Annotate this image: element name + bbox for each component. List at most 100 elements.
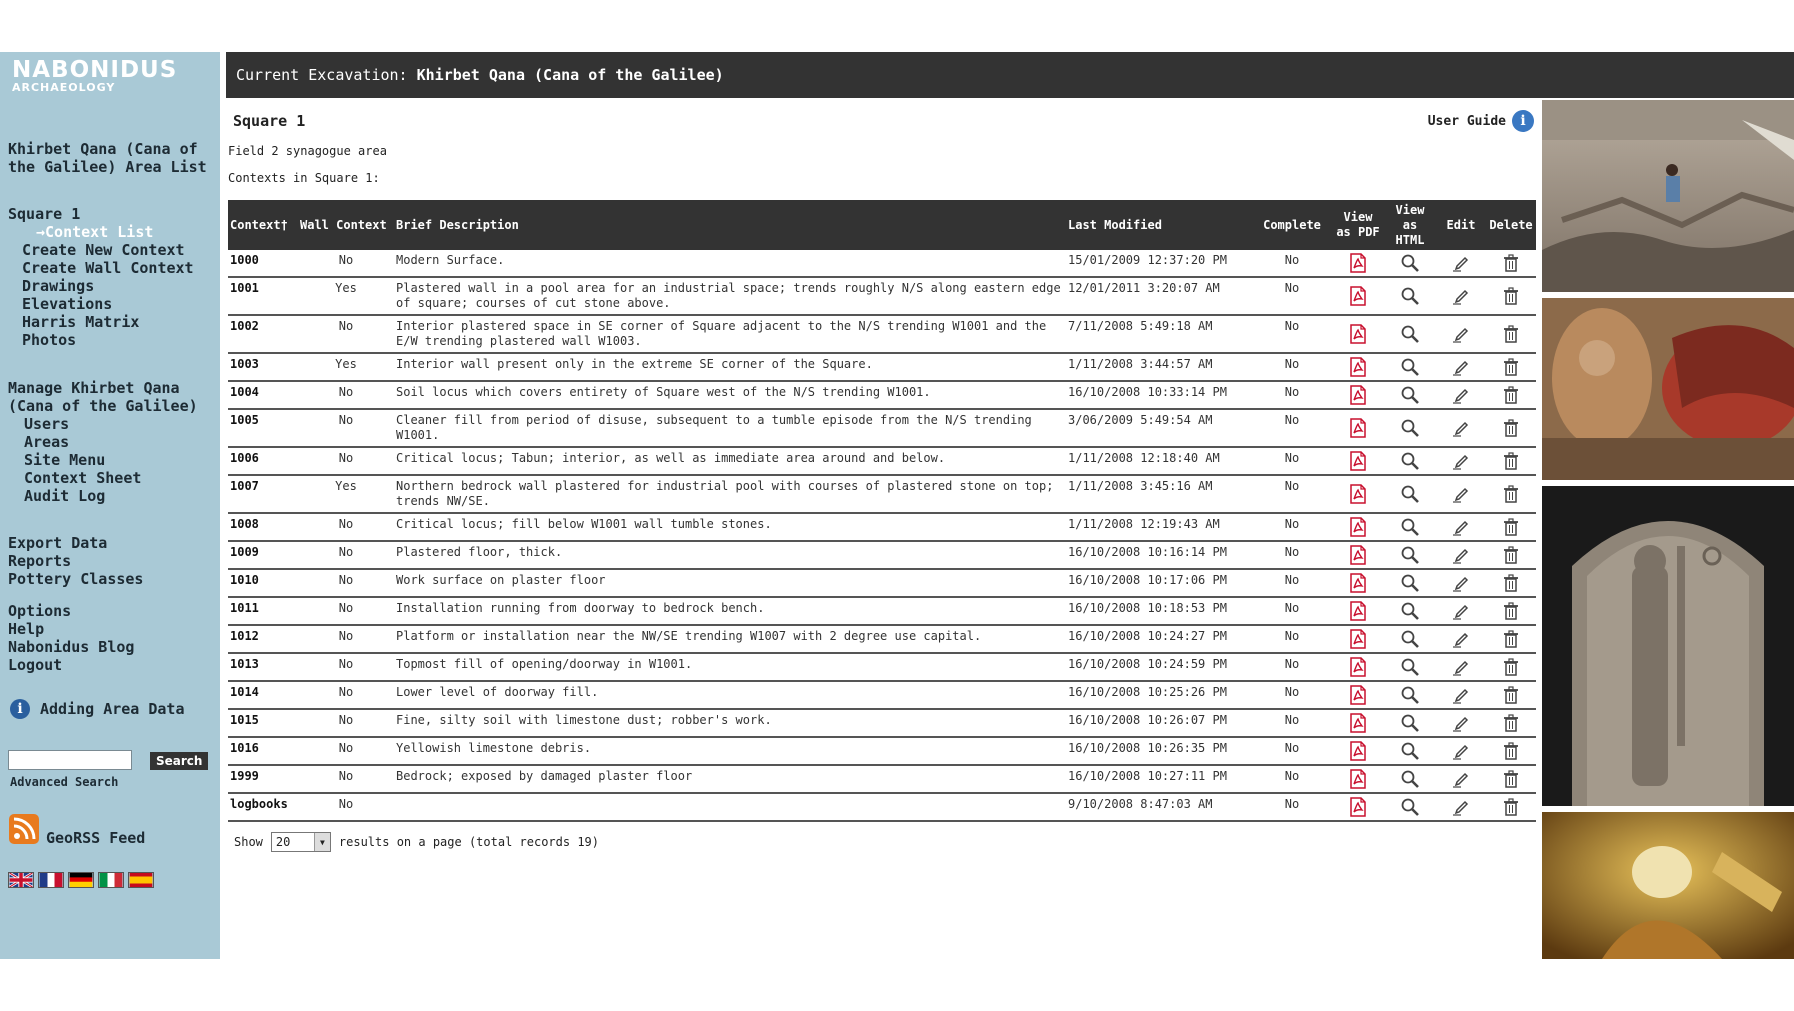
square-link[interactable]: Square 1 [8,205,194,223]
col-context[interactable]: Context† [228,200,298,250]
pdf-icon[interactable] [1348,385,1368,405]
context-id-link[interactable]: 1001 [228,277,298,316]
pdf-icon[interactable] [1348,685,1368,705]
pdf-icon[interactable] [1348,573,1368,593]
context-id-link[interactable]: logbooks [228,793,298,822]
pencil-icon[interactable] [1451,421,1471,437]
pdf-icon[interactable] [1348,324,1368,344]
pencil-icon[interactable] [1451,256,1471,272]
photos-link[interactable]: Photos [22,331,194,349]
uk-flag-icon[interactable] [8,872,34,888]
magnifier-icon[interactable] [1400,518,1420,536]
trash-icon[interactable] [1501,485,1521,503]
context-id-link[interactable]: 1010 [228,569,298,598]
context-id-link[interactable]: 1009 [228,541,298,570]
trash-icon[interactable] [1501,546,1521,564]
pencil-icon[interactable] [1451,576,1471,592]
context-id-link[interactable]: 1016 [228,737,298,766]
context-id-link[interactable]: 1999 [228,765,298,794]
create-wall-context-link[interactable]: Create Wall Context [22,259,194,277]
pencil-icon[interactable] [1451,327,1471,343]
magnifier-icon[interactable] [1400,574,1420,592]
context-id-link[interactable]: 1000 [228,250,298,278]
logo[interactable]: NABONIDUS ARCHAEOLOGY [12,58,177,94]
trash-icon[interactable] [1501,518,1521,536]
georss-link[interactable]: GeoRSS Feed [46,829,145,847]
pdf-icon[interactable] [1348,253,1368,273]
pencil-icon[interactable] [1451,289,1471,305]
context-id-link[interactable]: 1006 [228,447,298,476]
magnifier-icon[interactable] [1400,742,1420,760]
areas-link[interactable]: Areas [24,433,214,451]
italy-flag-icon[interactable] [98,872,124,888]
advanced-search-link[interactable]: Advanced Search [10,773,118,791]
search-button[interactable]: Search [150,752,209,770]
pdf-icon[interactable] [1348,713,1368,733]
france-flag-icon[interactable] [38,872,64,888]
pdf-icon[interactable] [1348,797,1368,817]
trash-icon[interactable] [1501,714,1521,732]
magnifier-icon[interactable] [1400,386,1420,404]
magnifier-icon[interactable] [1400,419,1420,437]
pdf-icon[interactable] [1348,418,1368,438]
area-list-link[interactable]: Khirbet Qana (Cana of the Galilee) Area … [8,140,213,176]
reports-link[interactable]: Reports [8,552,143,570]
elevations-link[interactable]: Elevations [22,295,194,313]
nabonidus-blog-link[interactable]: Nabonidus Blog [8,638,134,656]
context-id-link[interactable]: 1007 [228,475,298,514]
trash-icon[interactable] [1501,254,1521,272]
magnifier-icon[interactable] [1400,254,1420,272]
trash-icon[interactable] [1501,386,1521,404]
pencil-icon[interactable] [1451,688,1471,704]
pottery-classes-link[interactable]: Pottery Classes [8,570,143,588]
search-input[interactable] [8,750,132,770]
context-sheet-link[interactable]: Context Sheet [24,469,214,487]
export-data-link[interactable]: Export Data [8,534,143,552]
rss-icon[interactable] [9,814,39,844]
magnifier-icon[interactable] [1400,714,1420,732]
adding-area-data[interactable]: i Adding Area Data [10,699,185,719]
pdf-icon[interactable] [1348,769,1368,789]
pdf-icon[interactable] [1348,484,1368,504]
pencil-icon[interactable] [1451,772,1471,788]
manage-site-link[interactable]: Manage Khirbet Qana (Cana of the Galilee… [2,379,214,415]
pencil-icon[interactable] [1451,454,1471,470]
magnifier-icon[interactable] [1400,602,1420,620]
pencil-icon[interactable] [1451,548,1471,564]
pdf-icon[interactable] [1348,657,1368,677]
help-link[interactable]: Help [8,620,134,638]
user-guide-link[interactable]: User Guide i [1428,110,1534,132]
pdf-icon[interactable] [1348,545,1368,565]
col-wall-context[interactable]: Wall Context [298,200,394,250]
germany-flag-icon[interactable] [68,872,94,888]
trash-icon[interactable] [1501,686,1521,704]
magnifier-icon[interactable] [1400,658,1420,676]
context-id-link[interactable]: 1013 [228,653,298,682]
col-complete[interactable]: Complete [1252,200,1332,250]
pencil-icon[interactable] [1451,716,1471,732]
trash-icon[interactable] [1501,419,1521,437]
page-size-select[interactable]: 20 ▼ [270,832,331,852]
pdf-icon[interactable] [1348,286,1368,306]
pencil-icon[interactable] [1451,520,1471,536]
magnifier-icon[interactable] [1400,798,1420,816]
magnifier-icon[interactable] [1400,452,1420,470]
trash-icon[interactable] [1501,452,1521,470]
magnifier-icon[interactable] [1400,287,1420,305]
trash-icon[interactable] [1501,325,1521,343]
magnifier-icon[interactable] [1400,325,1420,343]
logout-link[interactable]: Logout [8,656,134,674]
context-id-link[interactable]: 1003 [228,353,298,382]
trash-icon[interactable] [1501,574,1521,592]
context-id-link[interactable]: 1012 [228,625,298,654]
magnifier-icon[interactable] [1400,686,1420,704]
pencil-icon[interactable] [1451,744,1471,760]
spain-flag-icon[interactable] [128,872,154,888]
trash-icon[interactable] [1501,630,1521,648]
create-new-context-link[interactable]: Create New Context [22,241,194,259]
col-brief-description[interactable]: Brief Description [394,200,1066,250]
pencil-icon[interactable] [1451,632,1471,648]
magnifier-icon[interactable] [1400,358,1420,376]
context-id-link[interactable]: 1002 [228,315,298,354]
pencil-icon[interactable] [1451,360,1471,376]
